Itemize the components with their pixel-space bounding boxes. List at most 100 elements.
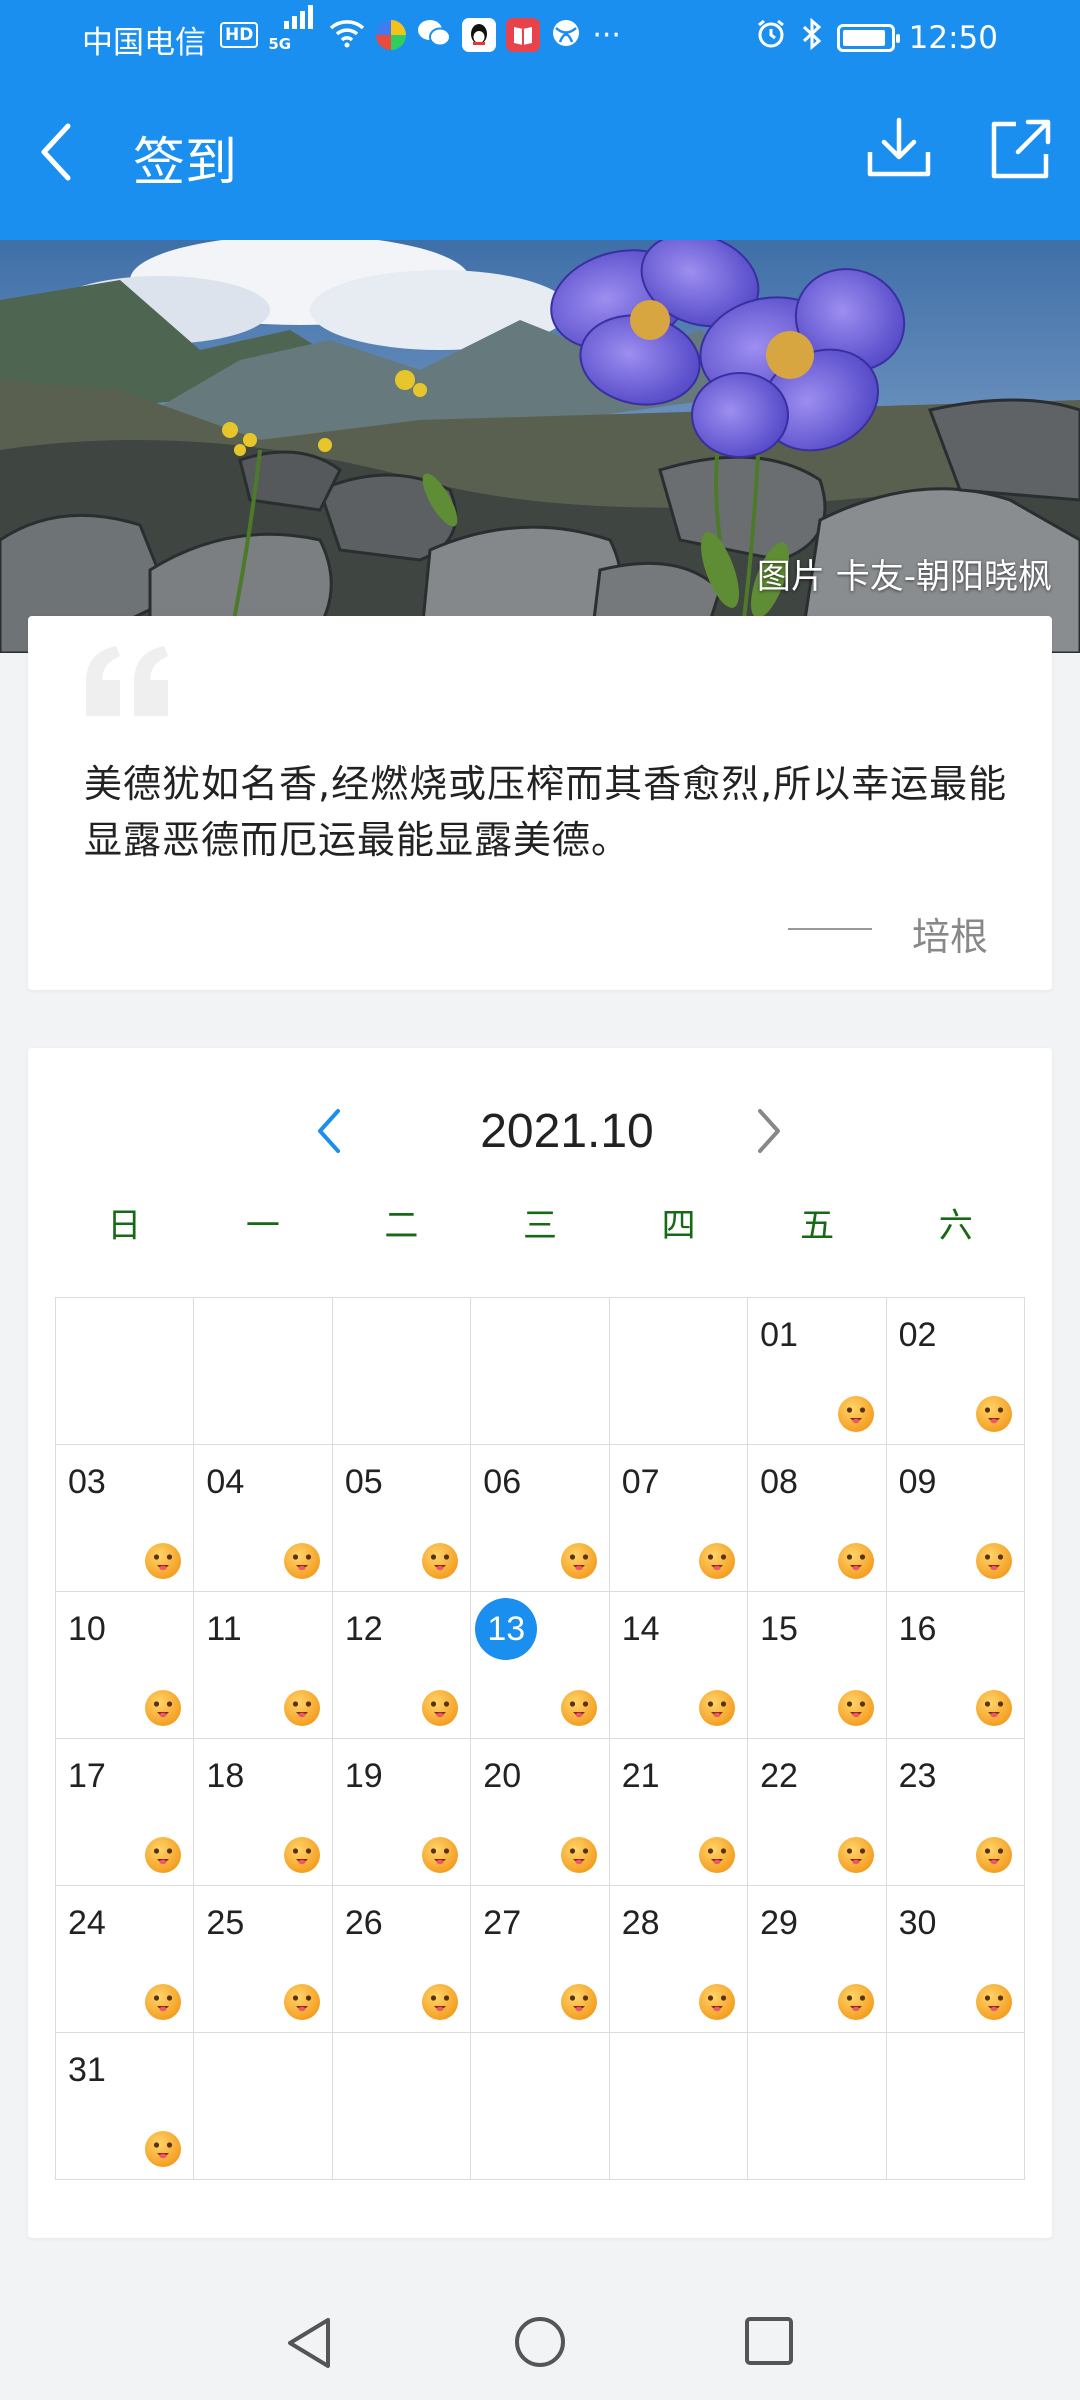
top-bar: 中国电信 HD 5G ··· 12:50 签到 — [0, 0, 1080, 240]
quote-text: 美德犹如名香,经燃烧或压榨而其香愈烈,所以幸运最能显露恶德而厄运最能显露美德。 — [84, 762, 1008, 862]
recents-square-icon[interactable] — [744, 2316, 794, 2366]
calendar-day-cell[interactable]: 21 — [609, 1739, 749, 1886]
quote-card: 美德犹如名香,经燃烧或压榨而其香愈烈,所以幸运最能显露恶德而厄运最能显露美德。 … — [28, 616, 1052, 990]
day-number: 01 — [760, 1316, 798, 1354]
quote-divider — [788, 928, 872, 930]
smiley-face-icon — [143, 1982, 183, 2022]
calendar-day-cell[interactable]: 15 — [748, 1592, 887, 1739]
wechat-icon — [416, 17, 452, 53]
smiley-face-icon — [974, 1982, 1014, 2022]
empty-day-cell — [332, 1298, 472, 1445]
day-number: 14 — [621, 1610, 660, 1648]
calendar-day-cell[interactable]: 10 — [56, 1592, 195, 1739]
smiley-face-icon — [143, 1688, 183, 1728]
day-number: 06 — [483, 1463, 522, 1501]
calendar-day-cell[interactable]: 25 — [194, 1886, 333, 2033]
day-number: 09 — [898, 1463, 937, 1501]
weekday-label: 日 — [107, 1206, 142, 1246]
empty-day-cell — [886, 2033, 1025, 2180]
reader-app-icon — [506, 18, 541, 52]
calendar-day-cell[interactable]: 30 — [886, 1886, 1025, 2033]
calendar-day-cell[interactable]: 01 — [748, 1298, 887, 1445]
day-number: 05 — [344, 1463, 383, 1501]
calendar-day-cell[interactable]: 26 — [332, 1886, 472, 2033]
calendar-day-cell[interactable]: 14 — [609, 1592, 749, 1739]
system-nav-bar — [0, 2282, 1080, 2400]
weekday-label: 四 — [661, 1206, 696, 1246]
download-icon[interactable] — [862, 112, 936, 186]
calendar-day-cell[interactable]: 23 — [886, 1739, 1025, 1886]
smiley-face-icon — [836, 1688, 876, 1728]
calendar-day-cell[interactable]: 06 — [471, 1445, 610, 1592]
empty-day-cell — [609, 2033, 749, 2180]
empty-day-cell — [748, 2033, 887, 2180]
previous-month-icon[interactable] — [308, 1103, 348, 1159]
smiley-face-icon — [420, 1688, 460, 1728]
day-number: 21 — [621, 1757, 660, 1795]
next-month-icon[interactable] — [750, 1103, 790, 1159]
bluetooth-icon — [801, 17, 823, 59]
calendar-day-cell[interactable]: 04 — [194, 1445, 333, 1592]
calendar-day-cell[interactable]: 22 — [748, 1739, 887, 1886]
weekday-label: 二 — [384, 1206, 419, 1246]
weekday-header: 日一二三四五六 — [55, 1198, 1025, 1247]
day-number: 10 — [68, 1610, 106, 1648]
calendar-day-cell[interactable]: 17 — [56, 1739, 195, 1886]
smiley-face-icon — [559, 1982, 599, 2022]
smiley-face-icon — [974, 1541, 1014, 1581]
calendar-day-cell[interactable]: 09 — [886, 1445, 1025, 1592]
day-number: 20 — [483, 1757, 522, 1795]
calendar-day-cell[interactable]: 05 — [332, 1445, 472, 1592]
banner-image: 图片 卡友-朝阳晓枫 — [0, 240, 1080, 653]
carrier-label: 中国电信 — [82, 25, 206, 61]
calendar-day-cell[interactable]: 07 — [609, 1445, 749, 1592]
calendar-day-cell[interactable]: 29 — [748, 1886, 887, 2033]
back-arrow-icon[interactable] — [30, 116, 84, 188]
calendar-day-cell[interactable]: 28 — [609, 1886, 749, 2033]
smiley-face-icon — [559, 1541, 599, 1581]
calendar-day-cell[interactable]: 08 — [748, 1445, 887, 1592]
empty-day-cell — [194, 2033, 333, 2180]
qq-icon — [462, 18, 497, 52]
calendar-day-cell[interactable]: 11 — [194, 1592, 333, 1739]
smiley-face-icon — [836, 1394, 876, 1434]
day-number: 23 — [898, 1757, 937, 1795]
calendar-day-cell[interactable]: 13 — [471, 1592, 610, 1739]
calendar-day-cell[interactable]: 19 — [332, 1739, 472, 1886]
empty-day-cell — [471, 2033, 610, 2180]
smiley-face-icon — [836, 1541, 876, 1581]
calendar-day-cell[interactable]: 02 — [886, 1298, 1025, 1445]
smiley-face-icon — [836, 1835, 876, 1875]
smiley-face-icon — [143, 2129, 183, 2169]
empty-day-cell — [471, 1298, 610, 1445]
smiley-face-icon — [420, 1982, 460, 2022]
share-icon[interactable] — [984, 112, 1058, 186]
empty-day-cell — [194, 1298, 333, 1445]
calendar-day-cell[interactable]: 24 — [56, 1886, 195, 2033]
status-icons: HD 5G ··· — [220, 5, 621, 56]
calendar-card: 2021.10 日 一 二 三 四 五 六 01 02 03 04 05 06 07 08 09 10 11 12… — [28, 1048, 1052, 2238]
page-title: 签到 — [133, 133, 238, 193]
calendar-day-cell[interactable]: 31 — [56, 2033, 195, 2180]
empty-day-cell — [332, 2033, 472, 2180]
calendar-day-cell[interactable]: 27 — [471, 1886, 610, 2033]
calendar-day-cell[interactable]: 03 — [56, 1445, 195, 1592]
day-number: 30 — [898, 1904, 937, 1942]
home-circle-icon[interactable] — [514, 2316, 566, 2368]
status-bar: 中国电信 HD 5G ··· 12:50 — [0, 0, 1080, 72]
smiley-face-icon — [697, 1541, 737, 1581]
battery-icon — [836, 24, 900, 52]
calendar-day-cell[interactable]: 16 — [886, 1592, 1025, 1739]
weekday-label: 五 — [800, 1206, 835, 1246]
day-number: 27 — [483, 1904, 522, 1942]
status-right: 12:50 — [755, 17, 998, 59]
day-number: 03 — [68, 1463, 106, 1501]
back-triangle-icon[interactable] — [284, 2316, 334, 2370]
day-number: 28 — [621, 1904, 660, 1942]
day-number: 22 — [760, 1757, 798, 1795]
day-number: 18 — [206, 1757, 245, 1795]
calendar-day-cell[interactable]: 12 — [332, 1592, 472, 1739]
empty-day-cell — [56, 1298, 195, 1445]
calendar-day-cell[interactable]: 18 — [194, 1739, 333, 1886]
calendar-day-cell[interactable]: 20 — [471, 1739, 610, 1886]
